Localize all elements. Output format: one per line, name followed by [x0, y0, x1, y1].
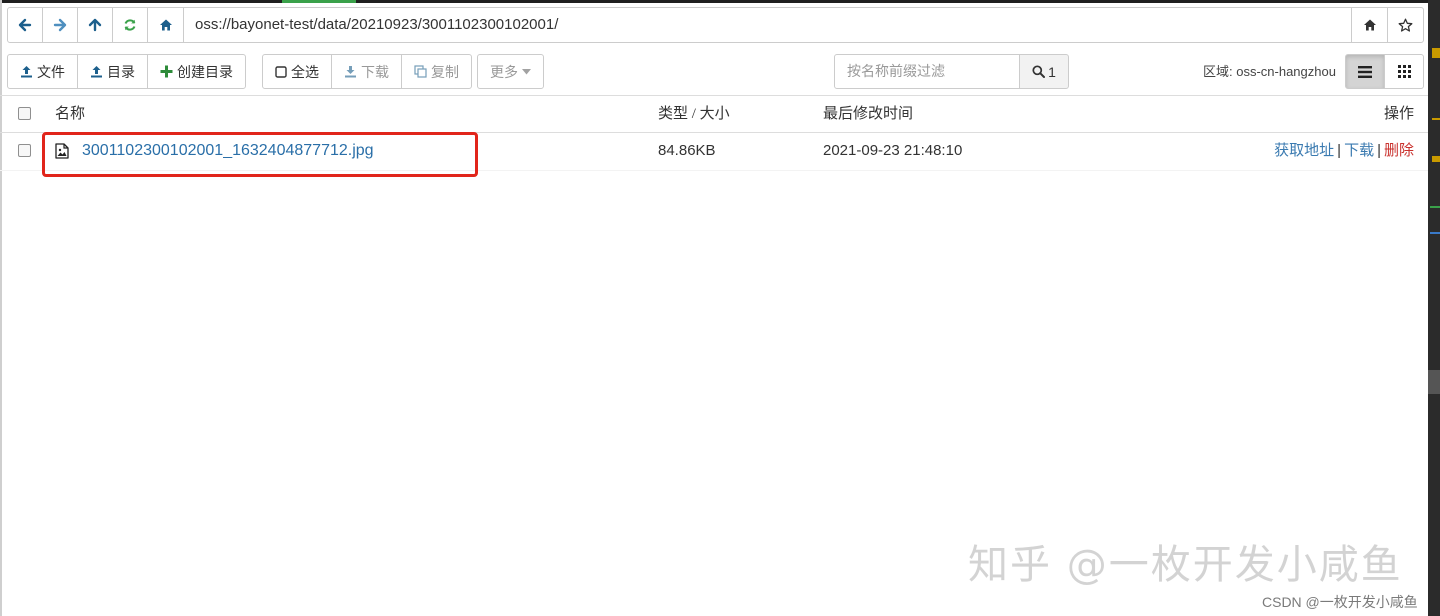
- select-all-checkbox[interactable]: [18, 107, 31, 120]
- upload-icon: [20, 65, 33, 78]
- file-name-link[interactable]: 3001102300102001_1632404877712.jpg: [82, 133, 374, 169]
- column-modified[interactable]: 最后修改时间: [823, 96, 913, 132]
- column-name[interactable]: 名称: [55, 96, 85, 132]
- plus-icon: [160, 65, 173, 78]
- create-dir-label: 创建目录: [177, 63, 233, 80]
- more-button[interactable]: 更多: [477, 54, 544, 89]
- download-label: 下载: [361, 63, 389, 80]
- table-row: 3001102300102001_1632404877712.jpg 84.86…: [0, 133, 1428, 171]
- home-icon: [159, 19, 172, 31]
- row-actions: 获取地址 | 下载 | 删除: [1274, 133, 1414, 169]
- home-icon: [1363, 19, 1376, 31]
- caret-down-icon: [522, 68, 531, 75]
- upload-group: 文件 目录 创建目录: [7, 54, 246, 89]
- address-bar: oss://bayonet-test/data/20210923/3001102…: [7, 7, 1424, 43]
- download-icon: [344, 65, 357, 78]
- active-tab-indicator: [282, 0, 356, 3]
- download-link[interactable]: 下载: [1344, 143, 1374, 159]
- gutter-marker: [1430, 232, 1440, 234]
- upload-icon: [90, 65, 103, 78]
- favorite-button[interactable]: [1387, 7, 1424, 43]
- arrow-right-icon: [53, 18, 67, 32]
- column-type-size[interactable]: 类型 / 大小: [658, 96, 730, 132]
- more-label: 更多: [490, 63, 518, 80]
- path-input[interactable]: oss://bayonet-test/data/20210923/3001102…: [183, 7, 1352, 43]
- select-all-button[interactable]: 全选: [262, 54, 332, 89]
- column-actions: 操作: [1383, 106, 1414, 122]
- checkbox-icon: [275, 65, 287, 78]
- row-checkbox[interactable]: [18, 144, 31, 157]
- copy-icon: [414, 65, 427, 78]
- file-table-header: 名称 类型 / 大小 最后修改时间 操作: [0, 95, 1428, 133]
- gutter-scroll-thumb[interactable]: [1428, 370, 1440, 394]
- arrow-left-icon: [18, 18, 32, 32]
- toolbar: 文件 目录 创建目录 全选 下载 复制 更多 按名称前缀过滤 1 区域: oss…: [7, 54, 1424, 89]
- upload-dir-label: 目录: [107, 63, 135, 80]
- upload-dir-button[interactable]: 目录: [77, 54, 148, 89]
- selection-group: 全选 下载 复制: [262, 54, 472, 89]
- search-icon: [1032, 65, 1046, 78]
- select-all-label: 全选: [291, 63, 319, 80]
- search-count: 1: [1048, 63, 1056, 80]
- home-button[interactable]: [147, 7, 184, 43]
- copy-button[interactable]: 复制: [401, 54, 472, 89]
- gutter-marker: [1430, 206, 1440, 208]
- separator: |: [1377, 142, 1381, 159]
- search-button[interactable]: 1: [1019, 54, 1069, 89]
- separator: |: [1337, 142, 1342, 159]
- more-group: 更多: [477, 54, 544, 89]
- gutter-marker: [1432, 156, 1440, 162]
- delete-link[interactable]: 删除: [1384, 143, 1414, 159]
- list-view-button[interactable]: [1345, 54, 1385, 89]
- file-modified: 2021-09-23 21:48:10: [823, 142, 963, 159]
- forward-button[interactable]: [42, 7, 78, 43]
- upload-file-label: 文件: [37, 63, 65, 80]
- upload-file-button[interactable]: 文件: [7, 54, 78, 89]
- image-file-icon: [55, 143, 69, 162]
- star-icon: [1398, 18, 1413, 32]
- left-edge: [0, 0, 2, 616]
- region-label: 区域: oss-cn-hangzhou: [1203, 64, 1336, 79]
- file-size: 84.86KB: [658, 142, 716, 159]
- window-top-strip: [0, 0, 1440, 3]
- bookmark-home-button[interactable]: [1351, 7, 1388, 43]
- grid-icon: [1397, 65, 1411, 78]
- filter-input[interactable]: 按名称前缀过滤: [834, 54, 1020, 89]
- watermark: 知乎 @一枚开发小咸鱼: [968, 542, 1403, 588]
- refresh-icon: [124, 19, 136, 31]
- arrow-up-icon: [88, 18, 102, 32]
- list-icon: [1358, 65, 1372, 78]
- back-button[interactable]: [7, 7, 43, 43]
- gutter-marker: [1432, 48, 1440, 58]
- credit-text: CSDN @一枚开发小咸鱼: [1262, 594, 1418, 610]
- get-url-link[interactable]: 获取地址: [1274, 143, 1334, 159]
- editor-gutter: [1428, 0, 1440, 616]
- grid-view-button[interactable]: [1384, 54, 1424, 89]
- gutter-marker: [1432, 118, 1440, 120]
- copy-label: 复制: [431, 63, 459, 80]
- up-button[interactable]: [77, 7, 113, 43]
- create-dir-button[interactable]: 创建目录: [147, 54, 246, 89]
- file-name-text[interactable]: 3001102300102001_1632404877712.jpg: [82, 142, 374, 159]
- refresh-button[interactable]: [112, 7, 148, 43]
- download-button[interactable]: 下载: [331, 54, 402, 89]
